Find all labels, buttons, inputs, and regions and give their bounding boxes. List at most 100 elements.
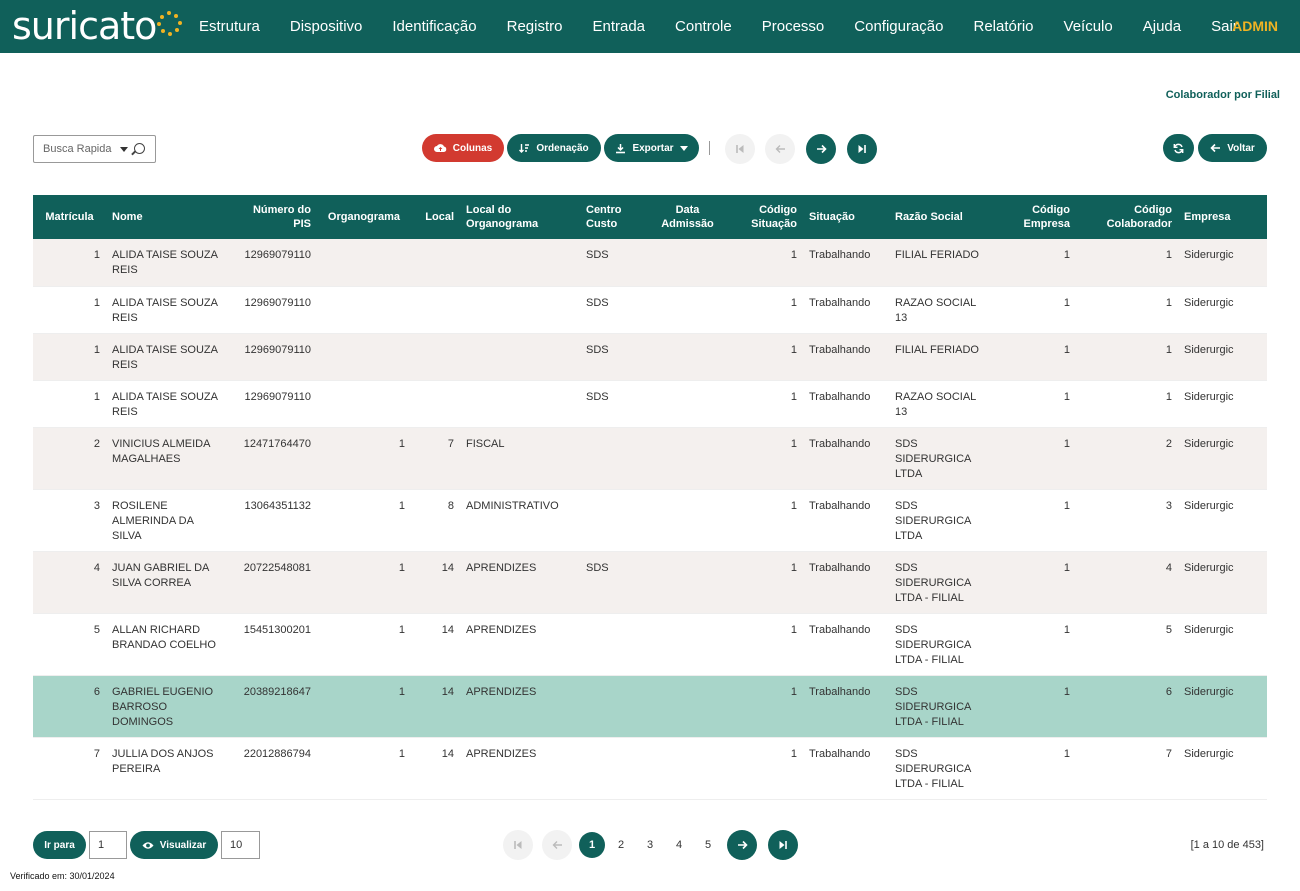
column-header[interactable]: Código Situação <box>723 195 803 239</box>
footer-last-page-button[interactable] <box>768 830 798 860</box>
nav-item-ajuda[interactable]: Ajuda <box>1128 0 1196 53</box>
nav-item-configuracao[interactable]: Configuração <box>839 0 958 53</box>
user-name[interactable]: ADMIN <box>1232 0 1278 53</box>
prev-page-button[interactable] <box>765 134 795 164</box>
table-cell: SDS <box>580 239 652 287</box>
page-number-button[interactable]: 2 <box>608 832 634 858</box>
columns-button[interactable]: Colunas <box>422 134 504 162</box>
column-header[interactable]: Local <box>411 195 460 239</box>
column-header[interactable]: Local do Organograma <box>460 195 580 239</box>
table-cell: 14 <box>411 551 460 614</box>
toolbar-divider <box>709 141 710 155</box>
table-cell: 1 <box>317 737 411 800</box>
view-button[interactable]: Visualizar <box>130 831 218 859</box>
table-cell: 7 <box>1076 737 1178 800</box>
column-header[interactable]: Situação <box>803 195 889 239</box>
nav-item-dispositivo[interactable]: Dispositivo <box>275 0 378 53</box>
footer-next-page-button[interactable] <box>727 830 757 860</box>
table-cell: 1 <box>723 489 803 552</box>
page-title: Colaborador por Filial <box>1165 89 1280 101</box>
table-row[interactable]: 7 JULLIA DOS ANJOS PEREIRA 22012886794 1 14 A… <box>33 737 1267 800</box>
export-button[interactable]: Exportar <box>604 134 699 162</box>
table-cell: 12969079110 <box>231 333 317 381</box>
table-cell: SDS <box>580 333 652 381</box>
nav-item-relatorio[interactable]: Relatório <box>959 0 1049 53</box>
page-number-button[interactable]: 4 <box>666 832 692 858</box>
table-cell <box>580 737 652 800</box>
column-header[interactable]: Centro Custo <box>580 195 652 239</box>
last-page-icon <box>858 145 866 153</box>
table-cell <box>652 737 723 800</box>
table-cell: APRENDIZES <box>460 613 580 676</box>
table-row[interactable]: 1 ALIDA TAISE SOUZA REIS 12969079110 SDS 1 Tr… <box>33 380 1267 428</box>
refresh-button[interactable] <box>1163 134 1194 162</box>
table-cell: APRENDIZES <box>460 737 580 800</box>
goto-page-input[interactable]: 1 <box>89 831 127 859</box>
column-header[interactable]: Organograma <box>317 195 411 239</box>
table-cell: 1 <box>33 286 106 334</box>
table-row[interactable]: 6 GABRIEL EUGENIO BARROSO DOMINGOS 2038921… <box>33 675 1267 738</box>
table-cell: 14 <box>411 675 460 738</box>
column-header[interactable]: Número do PIS <box>231 195 317 239</box>
page-size-input[interactable]: 10 <box>221 831 260 859</box>
table-cell: 1 <box>1076 333 1178 381</box>
order-button[interactable]: Ordenação <box>507 134 601 162</box>
nav-item-controle[interactable]: Controle <box>660 0 747 53</box>
next-page-button[interactable] <box>806 134 836 164</box>
columns-label: Colunas <box>452 142 493 154</box>
cloud-upload-icon <box>433 144 447 152</box>
arrow-left-icon <box>552 841 562 849</box>
page-number-button[interactable]: 5 <box>695 832 721 858</box>
table-row[interactable]: 2 VINICIUS ALMEIDA MAGALHAES 12471764470 1 7… <box>33 427 1267 490</box>
first-page-button[interactable] <box>725 134 755 164</box>
footer-prev-page-button[interactable] <box>542 830 572 860</box>
nav-item-identificacao[interactable]: Identificação <box>377 0 491 53</box>
table-cell: 14 <box>411 737 460 800</box>
table-cell: 1 <box>723 551 803 614</box>
page-number-button[interactable]: 3 <box>637 832 663 858</box>
column-header[interactable]: Nome <box>106 195 231 239</box>
table-cell <box>652 239 723 287</box>
table-cell: Trabalhando <box>803 737 889 800</box>
arrow-right-icon <box>816 144 827 154</box>
table-row[interactable]: 4 JUAN GABRIEL DA SILVA CORREA 20722548081… <box>33 551 1267 614</box>
column-header[interactable]: Matrícula <box>33 195 106 239</box>
column-header[interactable]: Empresa <box>1178 195 1267 239</box>
last-page-button[interactable] <box>847 134 877 164</box>
table-cell: ALLAN RICHARD BRANDAO COELHO <box>106 613 231 676</box>
table-cell <box>317 239 411 287</box>
goto-page-button[interactable]: Ir para <box>33 831 86 859</box>
search-icon[interactable] <box>134 143 145 154</box>
table-cell: Siderurgic <box>1178 675 1267 738</box>
suricato-logo[interactable]: suricato <box>12 4 183 48</box>
table-cell: 1 <box>33 239 106 287</box>
table-cell: 1 <box>317 427 411 490</box>
column-header[interactable]: Código Empresa <box>993 195 1076 239</box>
back-button[interactable]: Voltar <box>1198 134 1267 162</box>
nav-item-entrada[interactable]: Entrada <box>577 0 660 53</box>
table-row[interactable]: 3 ROSILENE ALMERINDA DA SILVA 13064351132 1… <box>33 489 1267 552</box>
quick-search-input[interactable]: Busca Rapida <box>33 135 156 163</box>
column-header[interactable]: Código Colaborador <box>1076 195 1178 239</box>
table-row[interactable]: 1 ALIDA TAISE SOUZA REIS 12969079110 SDS 1 Tr… <box>33 239 1267 287</box>
page-number-button[interactable]: 1 <box>579 832 605 858</box>
column-header[interactable]: Data Admissão <box>652 195 723 239</box>
records-range: [1 a 10 de 453] <box>1190 839 1264 851</box>
nav-item-registro[interactable]: Registro <box>492 0 578 53</box>
column-header[interactable]: Razão Social <box>889 195 993 239</box>
table-cell: Trabalhando <box>803 489 889 552</box>
nav-item-processo[interactable]: Processo <box>747 0 840 53</box>
arrow-right-icon <box>737 840 748 850</box>
table-cell <box>411 239 460 287</box>
footer-first-page-button[interactable] <box>503 830 533 860</box>
chevron-down-icon[interactable] <box>120 147 128 152</box>
table-row[interactable]: 1 ALIDA TAISE SOUZA REIS 12969079110 SDS 1 Tr… <box>33 333 1267 381</box>
table-cell: 13064351132 <box>231 489 317 552</box>
table-cell <box>652 380 723 428</box>
table-row[interactable]: 5 ALLAN RICHARD BRANDAO COELHO 15451300201… <box>33 613 1267 676</box>
table-cell <box>411 380 460 428</box>
table-row[interactable]: 1 ALIDA TAISE SOUZA REIS 12969079110 SDS 1 Tr… <box>33 286 1267 334</box>
nav-item-estrutura[interactable]: Estrutura <box>184 0 275 53</box>
table-cell: 1 <box>723 613 803 676</box>
nav-item-veiculo[interactable]: Veículo <box>1049 0 1128 53</box>
